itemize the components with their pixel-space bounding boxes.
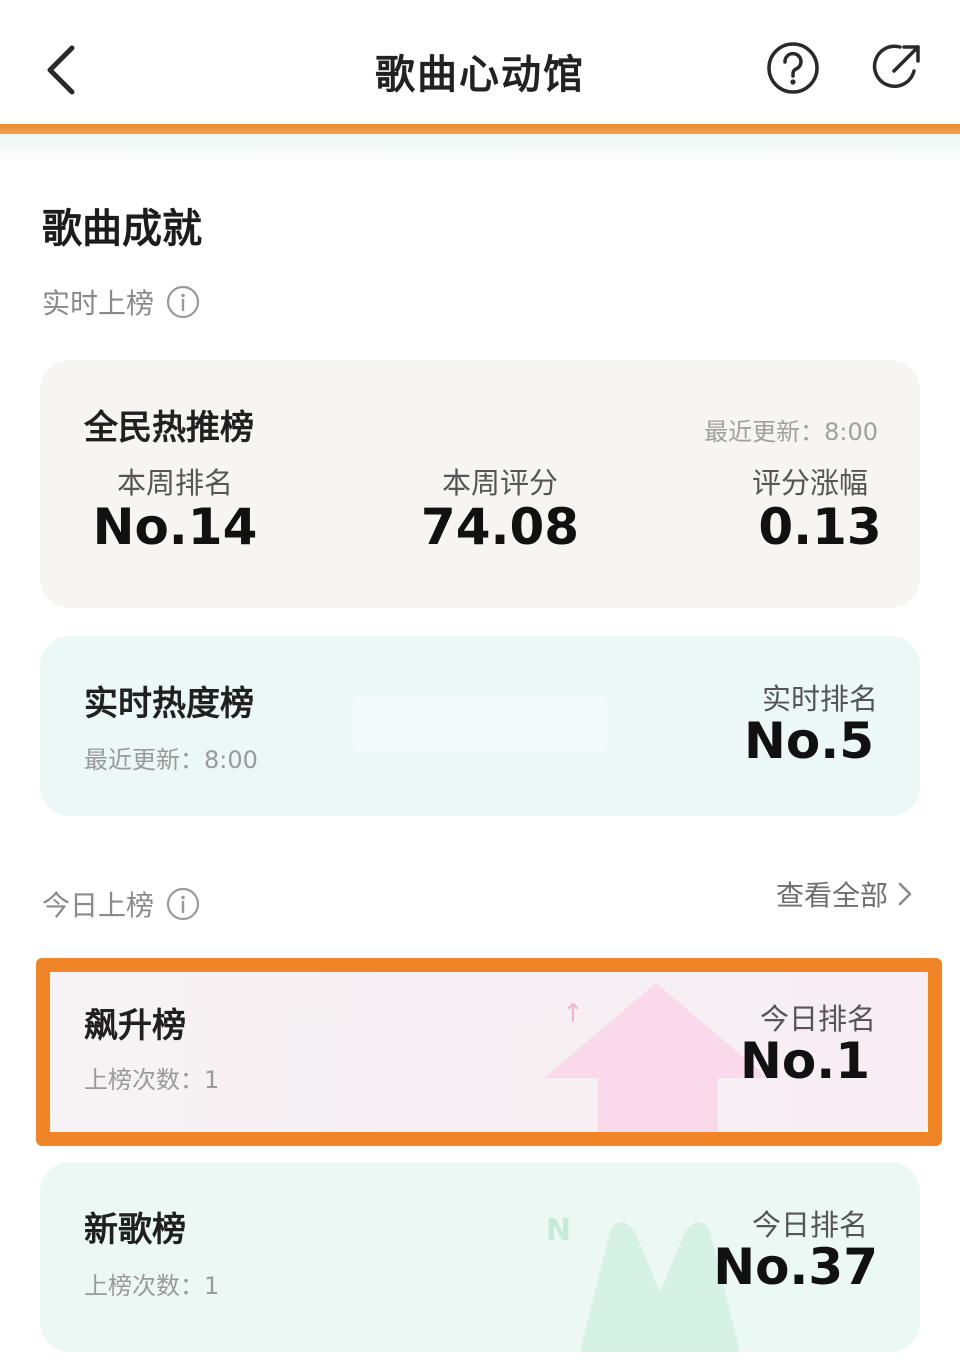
chart-card-new-songs[interactable]: N 新歌榜 上榜次数：1 今日排名 No.37 bbox=[40, 1162, 920, 1352]
question-circle-icon bbox=[767, 42, 819, 94]
today-heading: 今日上榜 bbox=[42, 884, 200, 924]
share-arrow-icon bbox=[872, 44, 920, 88]
metric-value: 0.13 bbox=[758, 498, 882, 556]
chart-name: 全民热推榜 bbox=[84, 408, 254, 448]
header-accent-bar bbox=[0, 124, 960, 134]
realtime-heading: 实时上榜 bbox=[42, 282, 200, 322]
highlight-frame bbox=[36, 958, 942, 1146]
chart-card-realtime-heat[interactable]: 实时热度榜 最近更新：8:00 实时排名 No.5 bbox=[40, 636, 920, 816]
card-decoration bbox=[352, 696, 608, 752]
rank-value: No.37 bbox=[713, 1238, 878, 1296]
svg-text:N: N bbox=[546, 1213, 571, 1248]
chart-name: 实时热度榜 bbox=[84, 684, 254, 724]
updated-time: 最近更新：8:00 bbox=[704, 418, 878, 446]
list-count: 上榜次数：1 bbox=[84, 1272, 220, 1300]
header-fade bbox=[0, 134, 960, 164]
top-bar: 歌曲心动馆 bbox=[0, 0, 960, 128]
page: 歌曲心动馆 歌曲成就 实时上榜 全民热推榜 最近更新：8:00 本周排名 No.… bbox=[0, 0, 960, 1369]
metric-value: No.14 bbox=[92, 498, 258, 556]
section-title: 歌曲成就 bbox=[42, 206, 202, 252]
share-button[interactable] bbox=[870, 41, 924, 95]
info-icon[interactable] bbox=[166, 887, 200, 921]
help-button[interactable] bbox=[766, 41, 820, 95]
metric-label: 本周排名 bbox=[116, 466, 233, 500]
rank-value: No.5 bbox=[744, 712, 874, 770]
view-all-link[interactable]: 查看全部 bbox=[776, 874, 914, 914]
updated-time: 最近更新：8:00 bbox=[84, 746, 258, 774]
today-heading-label: 今日上榜 bbox=[42, 889, 155, 922]
realtime-heading-label: 实时上榜 bbox=[42, 287, 155, 320]
metric-label: 评分涨幅 bbox=[751, 466, 868, 500]
chart-card-quanmin[interactable]: 全民热推榜 最近更新：8:00 本周排名 No.14 本周评分 74.08 评分… bbox=[40, 360, 920, 608]
metric-label: 本周评分 bbox=[441, 466, 558, 500]
chart-name: 新歌榜 bbox=[84, 1210, 186, 1250]
info-icon[interactable] bbox=[166, 285, 200, 319]
metric-value: 74.08 bbox=[420, 498, 580, 556]
view-all-label: 查看全部 bbox=[775, 879, 888, 912]
chevron-right-icon bbox=[898, 882, 912, 906]
